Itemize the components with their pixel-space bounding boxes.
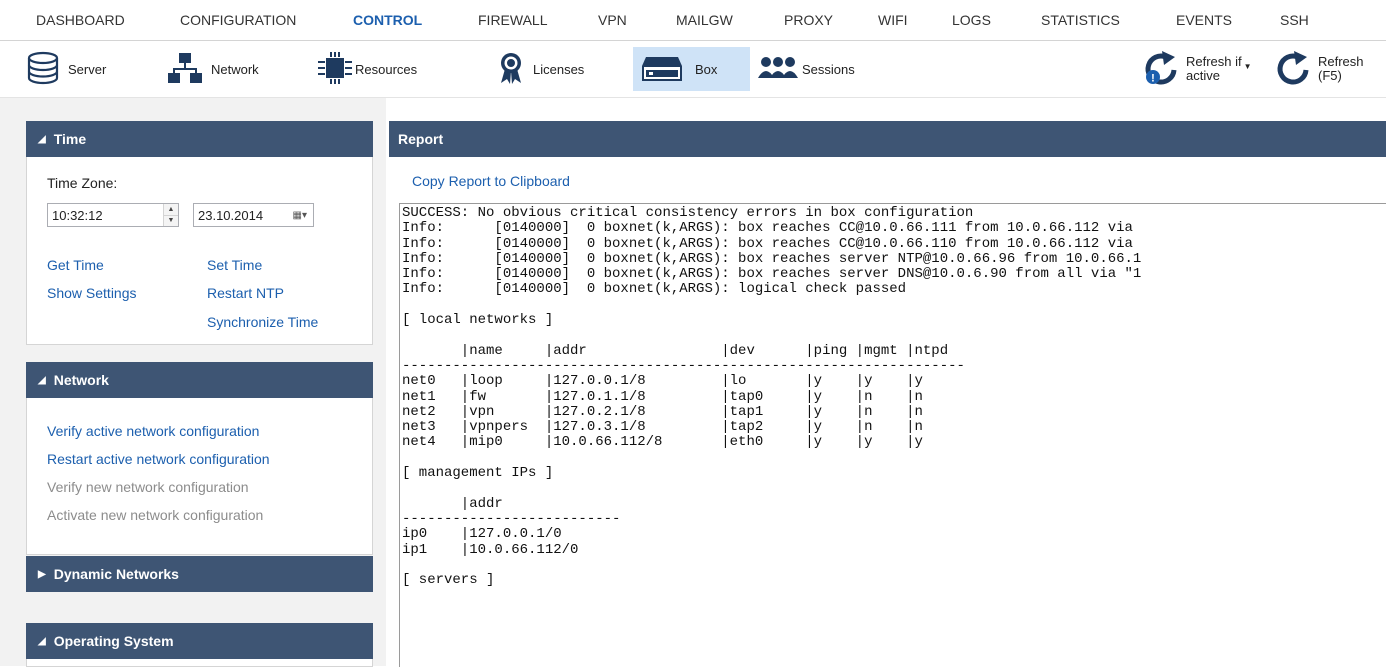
dynamic-networks-section-title: Dynamic Networks bbox=[53, 566, 179, 582]
tab-wifi[interactable]: WIFI bbox=[878, 12, 908, 28]
report-title: Report bbox=[398, 131, 444, 147]
box-button[interactable]: Box bbox=[633, 47, 750, 91]
database-icon bbox=[26, 51, 60, 88]
box-label: Box bbox=[695, 61, 718, 77]
tab-proxy[interactable]: PROXY bbox=[784, 12, 833, 28]
report-header: Report bbox=[389, 121, 1386, 157]
network-icon bbox=[167, 51, 203, 88]
refresh-line1: Refresh bbox=[1318, 54, 1364, 69]
refresh-label: Refresh (F5) bbox=[1318, 55, 1364, 83]
refresh-line2: (F5) bbox=[1318, 68, 1342, 83]
restart-ntp-link[interactable]: Restart NTP bbox=[207, 285, 284, 301]
time-value: 10:32:12 bbox=[52, 208, 103, 223]
sessions-button[interactable]: Sessions bbox=[758, 47, 855, 91]
chip-icon bbox=[317, 51, 353, 88]
top-menu: DASHBOARD CONFIGURATION CONTROL FIREWALL… bbox=[0, 0, 1386, 41]
network-label: Network bbox=[211, 61, 259, 77]
award-icon bbox=[497, 51, 525, 88]
refresh-if-active-button[interactable]: ! Refresh if active ▼ bbox=[1144, 47, 1252, 91]
restart-active-network-link[interactable]: Restart active network configuration bbox=[47, 451, 270, 467]
licenses-label: Licenses bbox=[533, 61, 585, 77]
report-panel: Copy Report to Clipboard SUCCESS: No obv… bbox=[389, 157, 1386, 667]
operating-system-section-title: Operating System bbox=[53, 633, 174, 649]
resources-button[interactable]: Resources bbox=[317, 47, 417, 91]
refresh-button[interactable]: Refresh (F5) bbox=[1276, 47, 1364, 91]
tab-events[interactable]: EVENTS bbox=[1176, 12, 1232, 28]
tab-firewall[interactable]: FIREWALL bbox=[478, 12, 548, 28]
verify-new-network-link: Verify new network configuration bbox=[47, 479, 249, 495]
tab-mailgw[interactable]: MAILGW bbox=[676, 12, 733, 28]
users-icon bbox=[758, 56, 798, 83]
collapse-arrow-icon: ◢ bbox=[38, 374, 46, 386]
verify-active-network-link[interactable]: Verify active network configuration bbox=[47, 423, 259, 439]
resources-label: Resources bbox=[355, 61, 418, 77]
report-text: SUCCESS: No obvious critical consistency… bbox=[402, 205, 1142, 589]
show-settings-link[interactable]: Show Settings bbox=[47, 285, 137, 301]
time-spinner[interactable]: ▲ ▼ bbox=[163, 204, 178, 226]
date-picker[interactable]: 23.10.2014 ▦▾ bbox=[193, 203, 314, 227]
network-section-title: Network bbox=[53, 372, 109, 388]
time-section-header[interactable]: ◢ Time bbox=[26, 121, 373, 157]
dynamic-networks-section-header[interactable]: ▶ Dynamic Networks bbox=[26, 556, 373, 592]
refresh-icon bbox=[1276, 50, 1312, 89]
box-icon bbox=[641, 53, 683, 86]
expand-arrow-icon: ▶ bbox=[38, 568, 46, 580]
refresh-if-active-line1: Refresh if bbox=[1186, 54, 1242, 69]
tab-logs[interactable]: LOGS bbox=[952, 12, 991, 28]
tab-dashboard[interactable]: DASHBOARD bbox=[36, 12, 125, 28]
timezone-label: Time Zone: bbox=[47, 175, 118, 191]
server-button[interactable]: Server bbox=[26, 47, 106, 91]
dropdown-arrow-icon[interactable]: ▼ bbox=[1244, 62, 1252, 71]
spin-down-icon[interactable]: ▼ bbox=[164, 215, 178, 226]
server-label: Server bbox=[68, 61, 107, 77]
tab-vpn[interactable]: VPN bbox=[598, 12, 627, 28]
time-section-title: Time bbox=[53, 131, 87, 147]
tab-statistics[interactable]: STATISTICS bbox=[1041, 12, 1120, 28]
set-time-link[interactable]: Set Time bbox=[207, 257, 262, 273]
network-button[interactable]: Network bbox=[167, 47, 259, 91]
date-value: 23.10.2014 bbox=[198, 208, 264, 223]
collapse-arrow-icon: ◢ bbox=[38, 133, 46, 145]
refresh-if-active-line2: active bbox=[1186, 68, 1220, 83]
tab-control[interactable]: CONTROL bbox=[353, 12, 422, 28]
collapse-arrow-icon: ◢ bbox=[38, 635, 46, 647]
copy-report-link[interactable]: Copy Report to Clipboard bbox=[412, 173, 570, 189]
get-time-link[interactable]: Get Time bbox=[47, 257, 104, 273]
time-input[interactable]: 10:32:12 ▲ ▼ bbox=[47, 203, 179, 227]
refresh-if-active-label: Refresh if active bbox=[1186, 55, 1242, 83]
synchronize-time-link[interactable]: Synchronize Time bbox=[207, 314, 318, 330]
tab-ssh[interactable]: SSH bbox=[1280, 12, 1309, 28]
activate-new-network-link: Activate new network configuration bbox=[47, 507, 264, 523]
network-section: Verify active network configuration Rest… bbox=[26, 398, 373, 555]
svg-text:!: ! bbox=[1151, 72, 1155, 84]
network-section-header[interactable]: ◢ Network bbox=[26, 362, 373, 398]
refresh-warning-icon: ! bbox=[1144, 50, 1180, 89]
toolbar: Server Network Resources Licenses Box Se… bbox=[0, 41, 1386, 98]
left-panel: ◢ Time Time Zone: 10:32:12 ▲ ▼ 23.10.201… bbox=[0, 98, 386, 667]
report-textbox[interactable]: SUCCESS: No obvious critical consistency… bbox=[399, 203, 1386, 667]
operating-system-section-header[interactable]: ◢ Operating System bbox=[26, 623, 373, 659]
calendar-dropdown-icon[interactable]: ▦▾ bbox=[293, 204, 307, 228]
sessions-label: Sessions bbox=[802, 61, 855, 77]
tab-configuration[interactable]: CONFIGURATION bbox=[180, 12, 296, 28]
licenses-button[interactable]: Licenses bbox=[497, 47, 584, 91]
time-section: Time Zone: 10:32:12 ▲ ▼ 23.10.2014 ▦▾ Ge… bbox=[26, 157, 373, 345]
